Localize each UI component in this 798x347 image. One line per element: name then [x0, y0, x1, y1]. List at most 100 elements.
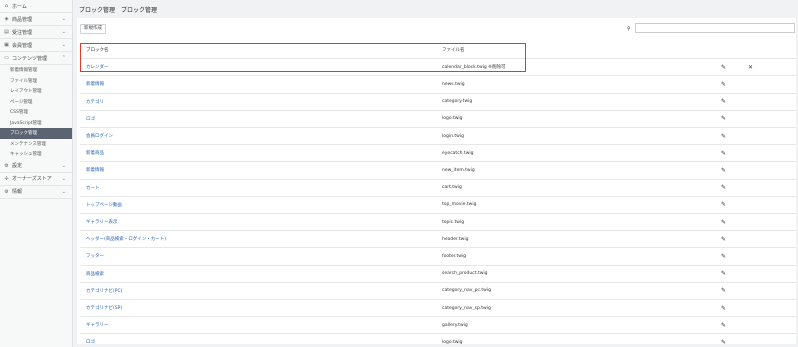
sidebar-subitem[interactable]: ファイル管理 — [0, 76, 72, 87]
table-row: 新着商品 eyecatch.twig ✎ — [80, 145, 796, 163]
delete-icon[interactable]: ✕ — [748, 64, 753, 71]
chevron-icon: ⌄ — [61, 29, 66, 35]
table-row: ヘッダー(商品検索・ログイン・カート) header.twig ✎ — [80, 231, 796, 249]
table-row: 商品検索 search_product.twig ✎ — [80, 266, 796, 283]
puzzle-icon: ✢ — [4, 175, 9, 182]
sidebar-item-label: 商品管理 — [12, 16, 33, 23]
sidebar-subitem[interactable]: ブロック管理 — [0, 128, 72, 139]
block-file-name: cart.twig — [442, 185, 462, 191]
chevron-icon: ⌄ — [61, 188, 66, 195]
edit-pencil-icon[interactable]: ✎ — [721, 253, 726, 260]
edit-pencil-icon[interactable]: ✎ — [721, 201, 726, 208]
main-content: ブロック管理 ブロック管理 新規作成 ⚲ ブロック名 ファイル名 カレンダー cale… — [74, 0, 798, 347]
chevron-icon: ⌄ — [61, 175, 66, 182]
table-row: 新着情報 new_item.twig ✎ — [80, 162, 796, 180]
sidebar-item[interactable]: ⚙ 情報 ⌄ — [0, 186, 72, 199]
sidebar-item-label: オーナーズストア — [12, 176, 52, 182]
sidebar-item-label: 情報 — [12, 189, 23, 195]
block-name-link[interactable]: ロゴ — [86, 116, 95, 122]
table-row: ロゴ logo.twig ✎ — [80, 111, 796, 128]
block-name-link[interactable]: 新着情報 — [86, 81, 104, 87]
sidebar-subitem[interactable]: レイアウト管理 — [0, 86, 72, 97]
home-icon: ⌂ — [4, 3, 9, 9]
chevron-icon: ⌄ — [61, 42, 66, 48]
edit-pencil-icon[interactable]: ✎ — [721, 236, 726, 243]
sidebar-item-label: 受注管理 — [12, 29, 33, 36]
sidebar-item[interactable]: ▤ 受注管理 ⌄ — [0, 26, 72, 39]
table-row: カレンダー calendar_block.twig ※削除可 ✎ ✕ — [80, 59, 796, 77]
block-name-link[interactable]: ヘッダー(商品検索・ログイン・カート) — [86, 236, 166, 242]
block-file-name: category.twig — [442, 99, 473, 105]
block-name-link[interactable]: カテゴリナビ(SP) — [86, 305, 122, 311]
sidebar-subitem[interactable]: キャッシュ管理 — [0, 149, 72, 160]
edit-pencil-icon[interactable]: ✎ — [721, 287, 726, 294]
file-icon: ▭ — [4, 55, 9, 61]
search-input[interactable] — [635, 23, 795, 33]
gear-icon: ⚙ — [4, 188, 9, 195]
search-icon[interactable]: ⚲ — [627, 26, 631, 32]
block-file-name: logo.twig — [442, 339, 463, 345]
block-name-link[interactable]: カテゴリナビ(PC) — [86, 288, 122, 294]
block-file-name: gallery.twig — [442, 322, 468, 328]
block-name-link[interactable]: 新着情報 — [86, 167, 104, 173]
block-file-name: footer.twig — [442, 253, 467, 259]
sidebar-subitem[interactable]: JavaScript管理 — [0, 118, 72, 129]
table-row: ロゴ logo.twig ✎ — [80, 334, 796, 347]
edit-pencil-icon[interactable]: ✎ — [721, 98, 726, 105]
block-file-name: category_nav_pc.twig — [442, 288, 491, 294]
block-file-name: topic.twig — [442, 219, 465, 225]
edit-pencil-icon[interactable]: ✎ — [721, 305, 726, 312]
block-name-link[interactable]: ロゴ — [86, 339, 95, 345]
block-name-link[interactable]: フッター — [86, 253, 104, 259]
block-name-link[interactable]: カテゴリ — [86, 99, 104, 105]
edit-pencil-icon[interactable]: ✎ — [721, 167, 726, 174]
table-header: ブロック名 ファイル名 — [80, 42, 796, 60]
sidebar: ⌂ ホーム ◈ 商品管理 ⌄ ▤ 受注管理 ⌄ ▣ 会員管理 ⌄ ▭ コンテンツ管理 ⌃ 新着情報管理 ファイ… — [0, 0, 73, 347]
edit-pencil-icon[interactable]: ✎ — [721, 81, 726, 88]
block-file-name: top_movie.twig — [442, 202, 477, 208]
sidebar-subitem[interactable]: 新着情報管理 — [0, 65, 72, 76]
block-name-link[interactable]: ギャラリー — [86, 322, 109, 328]
block-name-link[interactable]: 新着商品 — [86, 150, 104, 156]
new-block-button[interactable]: 新規作成 — [80, 24, 106, 34]
edit-pencil-icon[interactable]: ✎ — [721, 339, 726, 346]
table-row: カート cart.twig ✎ — [80, 180, 796, 197]
sidebar-item[interactable]: ⌂ ホーム — [0, 0, 72, 13]
table-row: カテゴリナビ(PC) category_nav_pc.twig ✎ — [80, 283, 796, 300]
sidebar-item-label: 会員管理 — [12, 42, 33, 49]
block-file-name: header.twig — [442, 236, 469, 242]
table-row: 会員ログイン login.twig ✎ — [80, 128, 796, 146]
block-name-link[interactable]: ギャラリー表示 — [86, 219, 118, 225]
sidebar-item[interactable]: ✢ オーナーズストア ⌄ — [0, 173, 72, 186]
edit-pencil-icon[interactable]: ✎ — [721, 322, 726, 329]
sidebar-subitem[interactable]: ページ管理 — [0, 97, 72, 108]
chevron-icon: ⌄ — [61, 16, 66, 22]
edit-pencil-icon[interactable]: ✎ — [721, 219, 726, 226]
tag-icon: ◈ — [4, 16, 9, 22]
sidebar-item[interactable]: ⚙ 設定 ⌄ — [0, 160, 72, 173]
sidebar-subitem[interactable]: メンテナンス管理 — [0, 139, 72, 150]
edit-pencil-icon[interactable]: ✎ — [721, 115, 726, 122]
sidebar-subitem[interactable]: CSS管理 — [0, 107, 72, 118]
sidebar-item[interactable]: ▭ コンテンツ管理 ⌃ — [0, 52, 72, 65]
sidebar-item-label: 設定 — [12, 163, 23, 169]
edit-pencil-icon[interactable]: ✎ — [721, 64, 726, 71]
block-file-name: search_product.twig — [442, 271, 488, 277]
chevron-icon: ⌄ — [61, 162, 66, 169]
table-row: カテゴリ category.twig ✎ — [80, 94, 796, 111]
block-file-name: category_nav_sp.twig — [442, 305, 491, 311]
sidebar-item[interactable]: ▣ 会員管理 ⌄ — [0, 39, 72, 52]
edit-pencil-icon[interactable]: ✎ — [721, 270, 726, 277]
table-row: ギャラリー gallery.twig ✎ — [80, 317, 796, 335]
block-name-link[interactable]: 会員ログイン — [86, 133, 113, 139]
block-file-name: new_item.twig — [442, 167, 475, 173]
block-name-link[interactable]: 商品検索 — [86, 271, 104, 277]
block-name-link[interactable]: カレンダー — [86, 64, 109, 70]
block-name-link[interactable]: トップページ動画 — [86, 202, 122, 208]
edit-pencil-icon[interactable]: ✎ — [721, 150, 726, 157]
sidebar-item[interactable]: ◈ 商品管理 ⌄ — [0, 13, 72, 26]
page-title: ブロック管理 ブロック管理 — [79, 7, 158, 14]
block-name-link[interactable]: カート — [86, 185, 100, 191]
edit-pencil-icon[interactable]: ✎ — [721, 184, 726, 191]
edit-pencil-icon[interactable]: ✎ — [721, 133, 726, 140]
